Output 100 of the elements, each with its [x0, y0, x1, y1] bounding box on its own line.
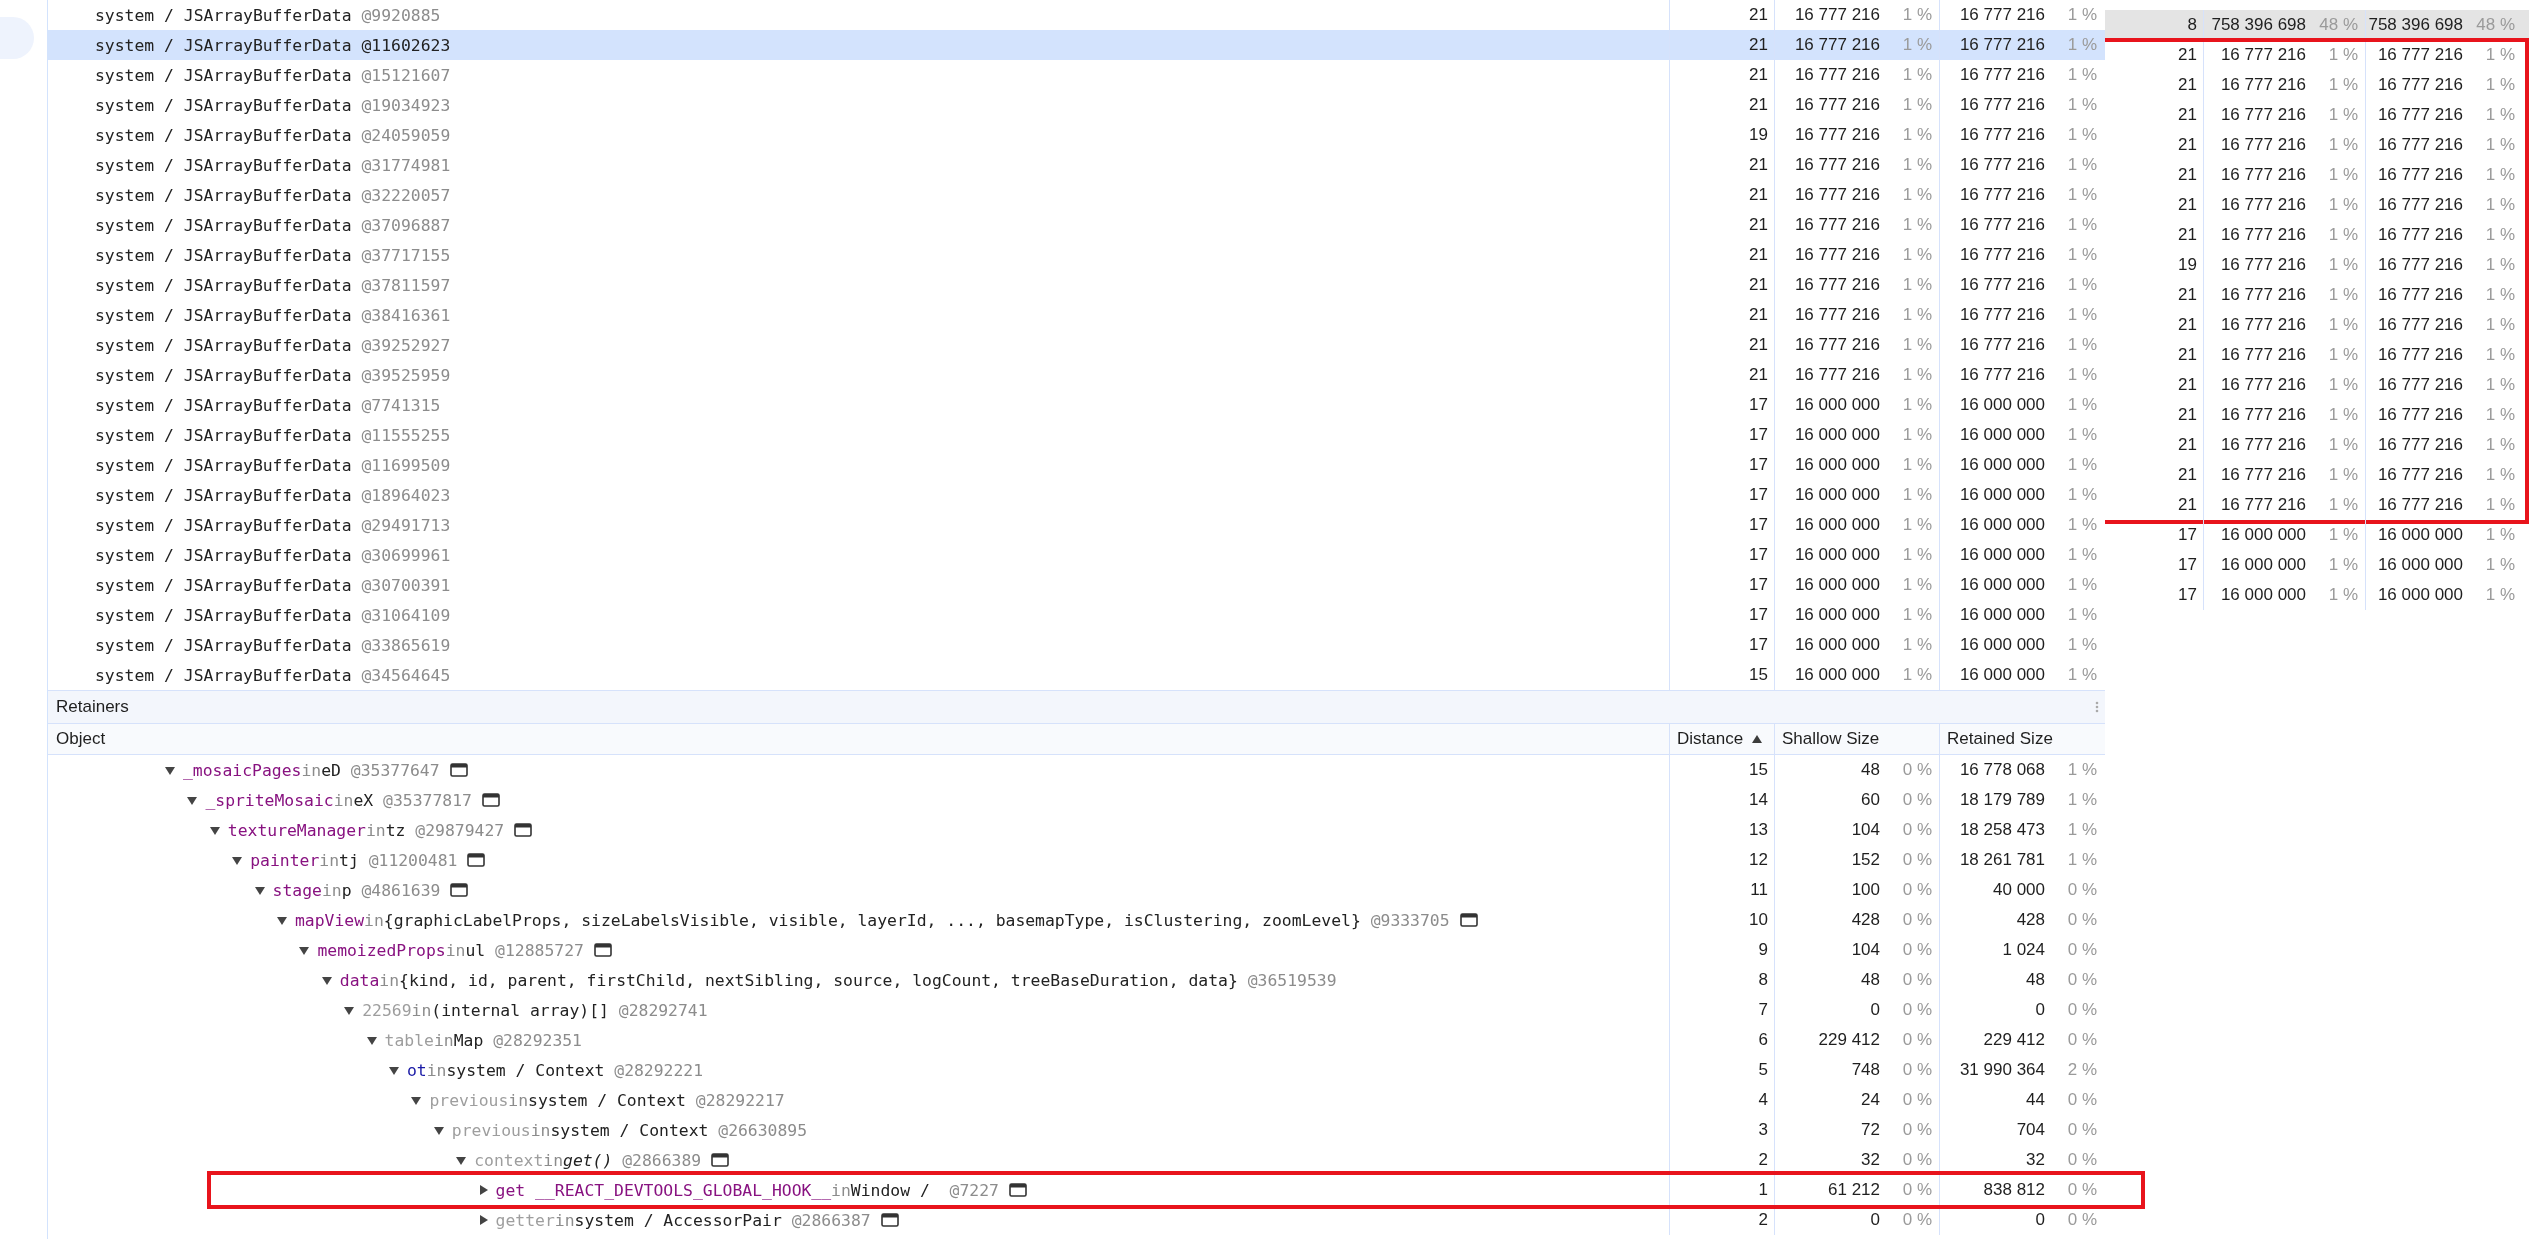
table-row[interactable]: 21 16 777 216 1 % 16 777 216 1 %: [2105, 370, 2529, 400]
table-row[interactable]: 21 16 777 216 1 % 16 777 216 1 %: [2105, 490, 2529, 520]
table-row[interactable]: system / JSArrayBufferData @11555255 17 16 000 000 1 % 16 000 000 1 %: [48, 420, 2105, 450]
tree-row[interactable]: memoizedPropsinul @12885727 9 104 0 % 1 024 0 %: [48, 935, 2105, 965]
column-header[interactable]: Shallow Size: [1774, 724, 1939, 754]
expand-arrow-icon[interactable]: [232, 855, 243, 865]
table-row[interactable]: 17 16 000 000 1 % 16 000 000 1 %: [2105, 550, 2529, 580]
tree-row[interactable]: previousinsystem / Context @26630895 3 72 0 % 704 0 %: [48, 1115, 2105, 1145]
expand-arrow-icon[interactable]: [478, 1185, 488, 1195]
size-value: 16 000 000: [2377, 555, 2463, 575]
window-icon[interactable]: [593, 943, 612, 957]
table-row[interactable]: system / JSArrayBufferData @33865619 17 16 000 000 1 % 16 000 000 1 %: [48, 630, 2105, 660]
drag-handle-icon[interactable]: [2095, 701, 2099, 713]
expand-arrow-icon[interactable]: [299, 945, 310, 955]
size-value: 16 777 216: [2377, 255, 2463, 275]
expand-arrow-icon[interactable]: [165, 765, 175, 775]
column-header[interactable]: Retained Size: [1939, 724, 2104, 754]
window-icon[interactable]: [450, 883, 469, 897]
expand-arrow-icon[interactable]: [478, 1215, 488, 1225]
table-row[interactable]: 21 16 777 216 1 % 16 777 216 1 %: [2105, 220, 2529, 250]
tree-row[interactable]: getterinsystem / AccessorPair @2866387 2 0 0 % 0 0 %: [48, 1205, 2105, 1235]
table-row[interactable]: 21 16 777 216 1 % 16 777 216 1 %: [2105, 160, 2529, 190]
window-icon[interactable]: [481, 793, 500, 807]
table-row[interactable]: 21 16 777 216 1 % 16 777 216 1 %: [2105, 40, 2529, 70]
expand-arrow-icon[interactable]: [433, 1125, 444, 1135]
window-icon[interactable]: [1459, 913, 1478, 927]
size-percent: 0 %: [2066, 880, 2097, 900]
table-row[interactable]: 21 16 777 216 1 % 16 777 216 1 %: [2105, 340, 2529, 370]
tree-row[interactable]: previousinsystem / Context @28292217 4 24 0 % 44 0 %: [48, 1085, 2105, 1115]
expand-arrow-icon[interactable]: [344, 1005, 355, 1015]
table-row[interactable]: 19 16 777 216 1 % 16 777 216 1 %: [2105, 250, 2529, 280]
table-row[interactable]: 21 16 777 216 1 % 16 777 216 1 %: [2105, 130, 2529, 160]
table-row[interactable]: system / JSArrayBufferData @30700391 17 16 000 000 1 % 16 000 000 1 %: [48, 570, 2105, 600]
window-icon[interactable]: [880, 1213, 899, 1227]
window-icon[interactable]: [467, 853, 486, 867]
table-row[interactable]: 21 16 777 216 1 % 16 777 216 1 %: [2105, 310, 2529, 340]
retainer-label: contextinget() @2866389: [474, 1150, 702, 1170]
table-row[interactable]: 21 16 777 216 1 % 16 777 216 1 %: [2105, 190, 2529, 220]
size-percent: 1 %: [1901, 455, 1932, 475]
table-row[interactable]: system / JSArrayBufferData @37717155 21 16 777 216 1 % 16 777 216 1 %: [48, 240, 2105, 270]
tree-row[interactable]: _spriteMosaicineX @35377817 14 60 0 % 18 179 789 1 %: [48, 785, 2105, 815]
table-row[interactable]: system / JSArrayBufferData @15121607 21 16 777 216 1 % 16 777 216 1 %: [48, 60, 2105, 90]
table-row[interactable]: system / JSArrayBufferData @38416361 21 16 777 216 1 % 16 777 216 1 %: [48, 300, 2105, 330]
expand-arrow-icon[interactable]: [277, 915, 287, 925]
tree-row[interactable]: mapViewin{graphicLabelProps, sizeLabelsVisible, visible, layerId, ..., basemapType, isClustering, zoomLevel} @9333705 10 428 0 % 428 0 %: [48, 905, 2105, 935]
table-row[interactable]: system / JSArrayBufferData @11602623 21 16 777 216 1 % 16 777 216 1 %: [48, 30, 2105, 60]
table-row[interactable]: 21 16 777 216 1 % 16 777 216 1 %: [2105, 460, 2529, 490]
tree-row[interactable]: contextinget() @2866389 2 32 0 % 32 0 %: [48, 1145, 2105, 1175]
size-percent: 1 %: [2327, 135, 2358, 155]
window-icon[interactable]: [514, 823, 533, 837]
expand-arrow-icon[interactable]: [254, 885, 265, 895]
table-row[interactable]: system / JSArrayBufferData @24059059 19 16 777 216 1 % 16 777 216 1 %: [48, 120, 2105, 150]
object-label: system / JSArrayBufferData @39525959: [95, 365, 451, 385]
tree-row[interactable]: _mosaicPagesineD @35377647 15 48 0 % 16 778 068 1 %: [48, 755, 2105, 785]
table-row[interactable]: system / JSArrayBufferData @30699961 17 16 000 000 1 % 16 000 000 1 %: [48, 540, 2105, 570]
table-row[interactable]: system / JSArrayBufferData @37096887 21 16 777 216 1 % 16 777 216 1 %: [48, 210, 2105, 240]
table-row[interactable]: 21 16 777 216 1 % 16 777 216 1 %: [2105, 280, 2529, 310]
table-row[interactable]: 21 16 777 216 1 % 16 777 216 1 %: [2105, 70, 2529, 100]
expand-arrow-icon[interactable]: [456, 1155, 467, 1165]
tree-row[interactable]: otinsystem / Context @28292221 5 748 0 % 31 990 364 2 %: [48, 1055, 2105, 1085]
table-row[interactable]: system / JSArrayBufferData @29491713 17 16 000 000 1 % 16 000 000 1 %: [48, 510, 2105, 540]
table-row[interactable]: system / JSArrayBufferData @18964023 17 16 000 000 1 % 16 000 000 1 %: [48, 480, 2105, 510]
table-row[interactable]: 21 16 777 216 1 % 16 777 216 1 %: [2105, 430, 2529, 460]
expand-arrow-icon[interactable]: [389, 1065, 399, 1075]
table-row[interactable]: system / JSArrayBufferData @32220057 21 16 777 216 1 % 16 777 216 1 %: [48, 180, 2105, 210]
table-row[interactable]: system / JSArrayBufferData @37811597 21 16 777 216 1 % 16 777 216 1 %: [48, 270, 2105, 300]
size-percent: 1 %: [1901, 125, 1932, 145]
column-header[interactable]: Distance: [1669, 724, 1774, 754]
window-icon[interactable]: [1008, 1183, 1027, 1197]
table-row[interactable]: system / JSArrayBufferData @31774981 21 16 777 216 1 % 16 777 216 1 %: [48, 150, 2105, 180]
column-header[interactable]: Object: [48, 724, 1669, 754]
expand-arrow-icon[interactable]: [321, 975, 332, 985]
tree-row[interactable]: textureManagerintz @29879427 13 104 0 % 18 258 473 1 %: [48, 815, 2105, 845]
table-row[interactable]: 17 16 000 000 1 % 16 000 000 1 %: [2105, 520, 2529, 550]
table-row[interactable]: system / JSArrayBufferData @39252927 21 16 777 216 1 % 16 777 216 1 %: [48, 330, 2105, 360]
window-icon[interactable]: [711, 1153, 730, 1167]
tree-row[interactable]: datain{kind, id, parent, firstChild, nextSibling, source, logCount, treeBaseDuration, data} @36519539 8 48 0 % 48 0 %: [48, 965, 2105, 995]
table-row[interactable]: 21 16 777 216 1 % 16 777 216 1 %: [2105, 400, 2529, 430]
table-row[interactable]: system / JSArrayBufferData @39525959 21 16 777 216 1 % 16 777 216 1 %: [48, 360, 2105, 390]
tree-row[interactable]: 22569in(internal array)[] @28292741 7 0 0 % 0 0 %: [48, 995, 2105, 1025]
tree-row[interactable]: tableinMap @28292351 6 229 412 0 % 229 412 0 %: [48, 1025, 2105, 1055]
tree-row[interactable]: get __REACT_DEVTOOLS_GLOBAL_HOOK__inWindow / @7227 1 61 212 0 % 838 812 0 %: [48, 1175, 2105, 1205]
table-row[interactable]: system / JSArrayBufferData @19034923 21 16 777 216 1 % 16 777 216 1 %: [48, 90, 2105, 120]
size-value: 16 777 216: [2377, 225, 2463, 245]
tree-row[interactable]: stageinp @4861639 11 100 0 % 40 000 0 %: [48, 875, 2105, 905]
expand-arrow-icon[interactable]: [209, 825, 220, 835]
table-row[interactable]: system / JSArrayBufferData @11699509 17 16 000 000 1 % 16 000 000 1 %: [48, 450, 2105, 480]
table-row[interactable]: system / JSArrayBufferData @7741315 17 16 000 000 1 % 16 000 000 1 %: [48, 390, 2105, 420]
size-percent: 1 %: [2327, 285, 2358, 305]
table-row[interactable]: 17 16 000 000 1 % 16 000 000 1 %: [2105, 580, 2529, 610]
table-row[interactable]: 21 16 777 216 1 % 16 777 216 1 %: [2105, 100, 2529, 130]
expand-arrow-icon[interactable]: [366, 1035, 377, 1045]
expand-arrow-icon[interactable]: [411, 1095, 422, 1105]
table-row[interactable]: system / JSArrayBufferData @31064109 17 16 000 000 1 % 16 000 000 1 %: [48, 600, 2105, 630]
window-icon[interactable]: [449, 763, 468, 777]
table-row[interactable]: 8 758 396 698 48 % 758 396 698 48 %: [2105, 10, 2529, 40]
table-row[interactable]: system / JSArrayBufferData @34564645 15 16 000 000 1 % 16 000 000 1 %: [48, 660, 2105, 690]
expand-arrow-icon[interactable]: [187, 795, 198, 805]
size-value: 16 000 000: [2377, 525, 2463, 545]
tree-row[interactable]: painterintj @11200481 12 152 0 % 18 261 781 1 %: [48, 845, 2105, 875]
